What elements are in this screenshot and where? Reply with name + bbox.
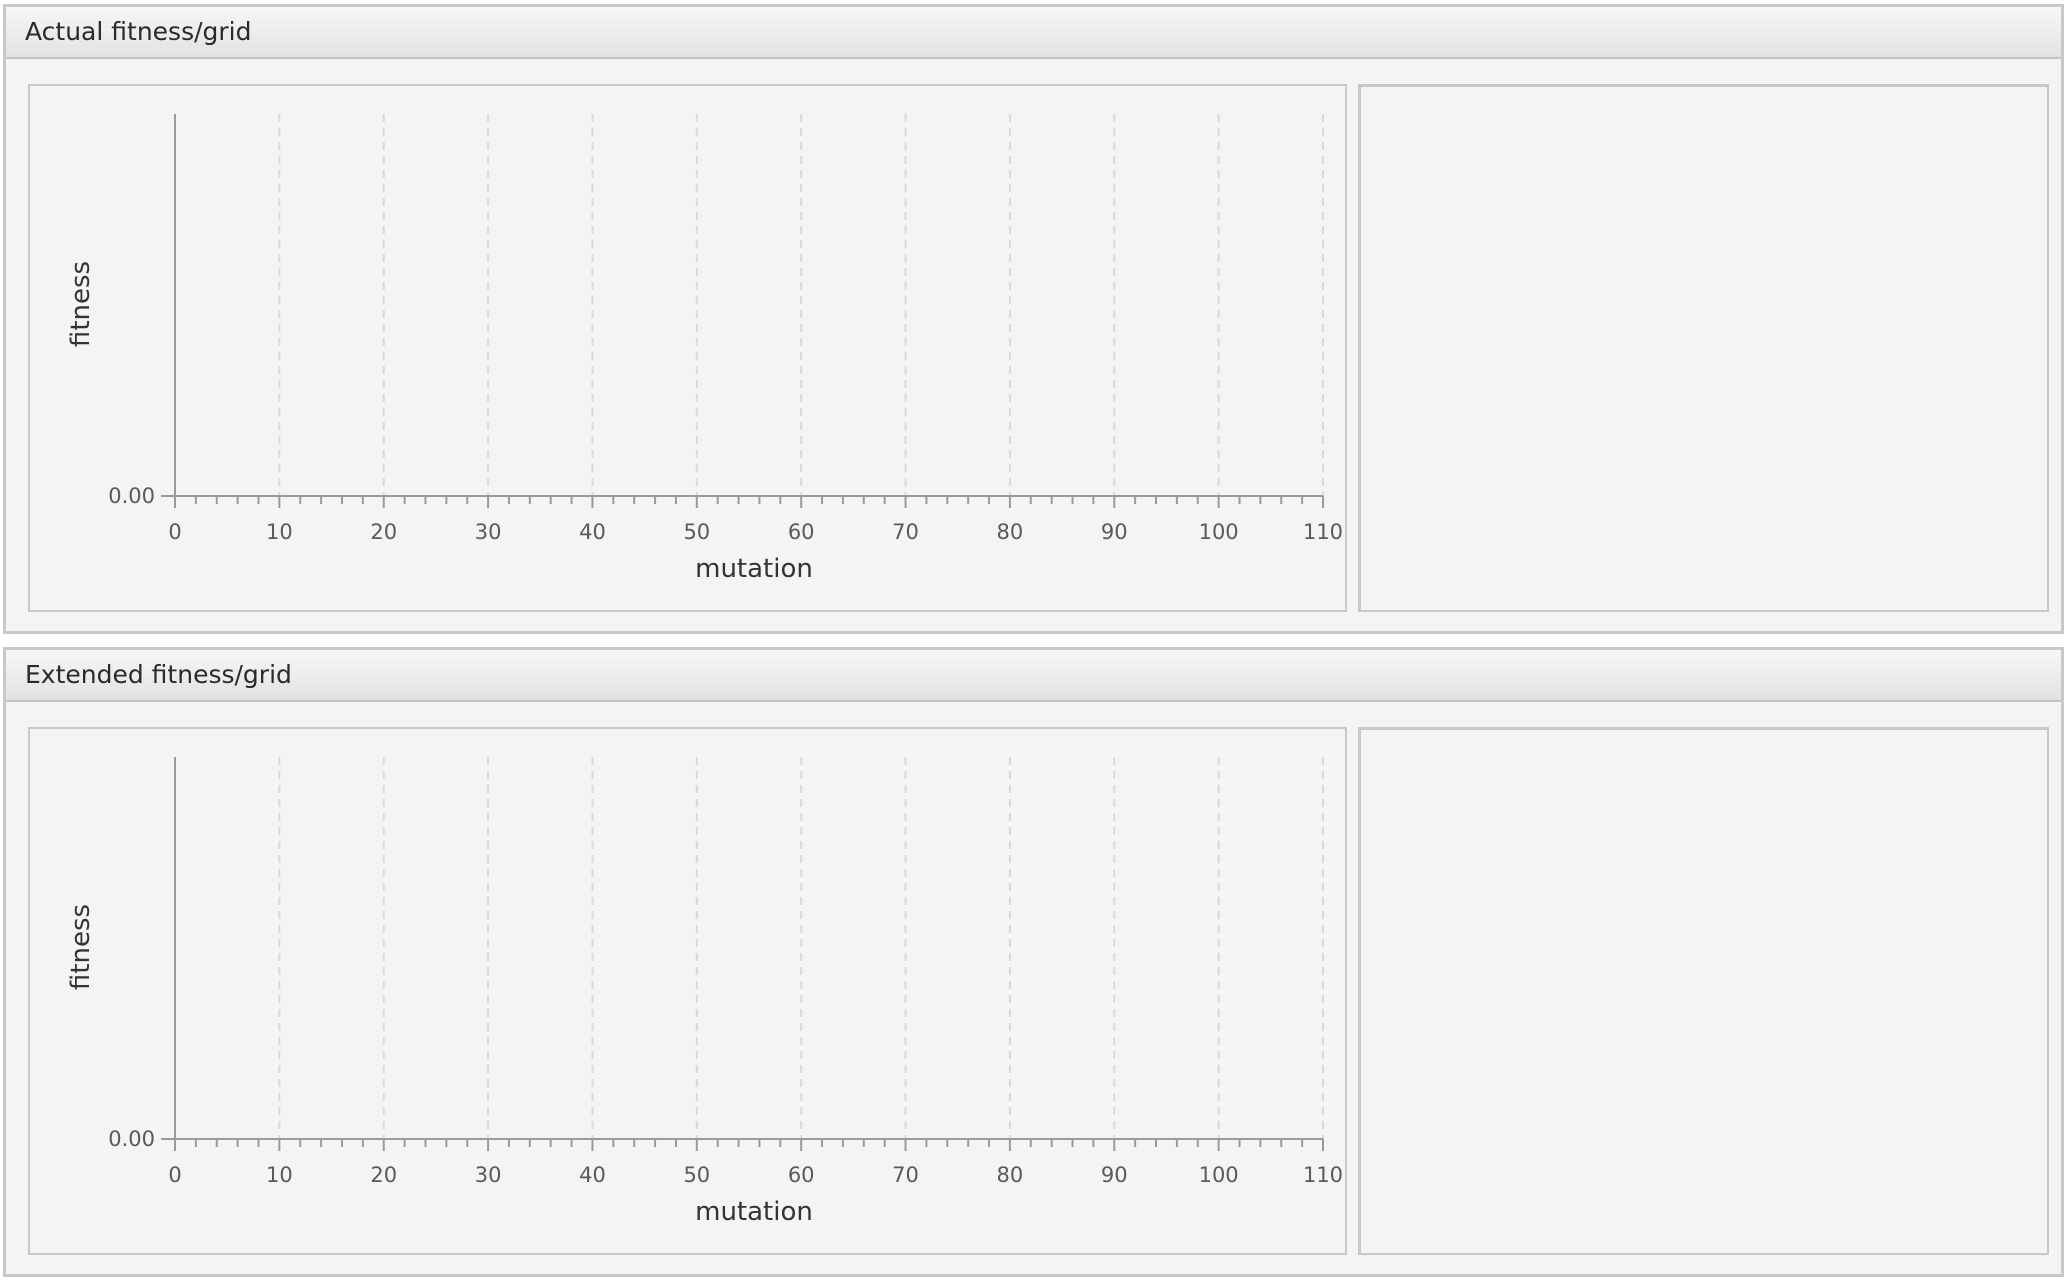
x-tick-label: 80 bbox=[997, 520, 1024, 544]
extended-fitness-panel: Extended fitness/grid 0 10 20 30 40 50 60 70 80 9… bbox=[3, 647, 2064, 1277]
x-tick-label: 100 bbox=[1199, 1163, 1239, 1187]
x-tick-label: 30 bbox=[475, 520, 502, 544]
panel-title: Extended fitness/grid bbox=[25, 660, 292, 689]
fitness-chart-plot: 0 10 20 30 40 50 60 70 80 90 100 110 0.00 mutation fit… bbox=[66, 757, 1343, 1227]
x-tick-label: 50 bbox=[683, 520, 710, 544]
x-tick-label: 110 bbox=[1303, 520, 1343, 544]
panel-header[interactable]: Actual fitness/grid bbox=[6, 7, 2061, 59]
x-axis-label: mutation bbox=[695, 554, 813, 584]
x-tick-label: 40 bbox=[579, 1163, 606, 1187]
x-tick-label: 0 bbox=[168, 520, 181, 544]
x-tick-label: 110 bbox=[1303, 1163, 1343, 1187]
x-tick-label: 100 bbox=[1199, 520, 1239, 544]
x-tick-label: 60 bbox=[788, 1163, 815, 1187]
x-tick-label: 50 bbox=[683, 1163, 710, 1187]
fitness-chart-plot: 0 10 20 30 40 50 60 70 80 90 100 110 0.00 mutation fit… bbox=[66, 114, 1343, 584]
x-tick-label: 40 bbox=[579, 520, 606, 544]
x-tick-label: 70 bbox=[892, 1163, 919, 1187]
x-tick-label: 20 bbox=[370, 1163, 397, 1187]
x-tick-label: 60 bbox=[788, 520, 815, 544]
x-tick-label: 80 bbox=[997, 1163, 1024, 1187]
x-tick-label: 10 bbox=[266, 520, 293, 544]
y-axis-label: fitness bbox=[66, 904, 96, 990]
x-tick-label: 70 bbox=[892, 520, 919, 544]
app-window: Actual fitness/grid 0 10 20 30 40 50 60 70 80 90 1… bbox=[0, 0, 2070, 1280]
y-axis-label: fitness bbox=[66, 261, 96, 347]
panel-header[interactable]: Extended fitness/grid bbox=[6, 650, 2061, 702]
fitness-chart: 0 10 20 30 40 50 60 70 80 90 100 110 0.00 mutation fit… bbox=[28, 727, 1347, 1255]
x-tick-label: 20 bbox=[370, 520, 397, 544]
x-tick-label: 90 bbox=[1101, 1163, 1128, 1187]
x-tick-label: 10 bbox=[266, 1163, 293, 1187]
grid-view-pane bbox=[1358, 84, 2049, 612]
x-axis-label: mutation bbox=[695, 1197, 813, 1227]
panel-title: Actual fitness/grid bbox=[25, 17, 252, 46]
split-divider[interactable] bbox=[1347, 84, 1358, 612]
fitness-chart: 0 10 20 30 40 50 60 70 80 90 100 110 0.00 mutation fit… bbox=[28, 84, 1347, 612]
x-tick-label: 0 bbox=[168, 1163, 181, 1187]
actual-fitness-panel: Actual fitness/grid 0 10 20 30 40 50 60 70 80 90 1… bbox=[3, 4, 2064, 634]
y-tick-label: 0.00 bbox=[108, 1127, 155, 1151]
grid-view-pane bbox=[1358, 727, 2049, 1255]
x-tick-label: 90 bbox=[1101, 520, 1128, 544]
split-divider[interactable] bbox=[1347, 727, 1358, 1255]
x-tick-label: 30 bbox=[475, 1163, 502, 1187]
y-tick-label: 0.00 bbox=[108, 484, 155, 508]
